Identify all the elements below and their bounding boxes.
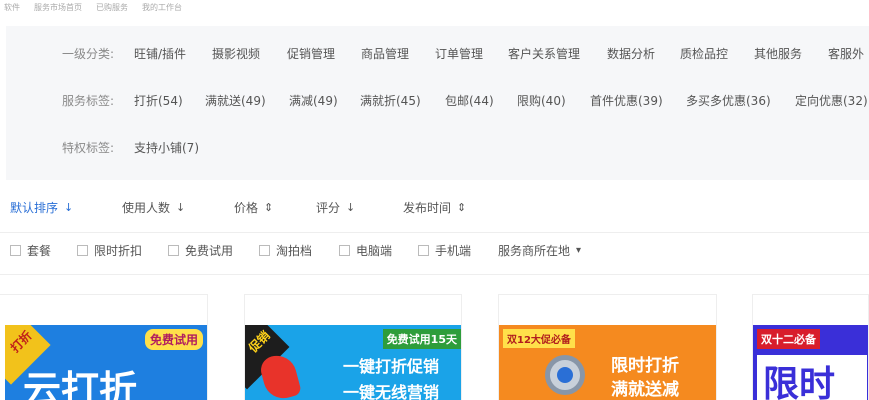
- mascot-icon: [257, 351, 303, 400]
- sort-default[interactable]: 默认排序 ↓: [10, 199, 73, 216]
- filter-item[interactable]: 满就折(45): [360, 92, 421, 109]
- checkbox-label: 免费试用: [185, 244, 234, 258]
- divider: [0, 232, 869, 233]
- filter-item[interactable]: 定向优惠(32): [795, 92, 868, 109]
- arrow-down-icon: ↓: [64, 200, 74, 214]
- checkbox[interactable]: [418, 245, 429, 256]
- checkbox-taopaidang[interactable]: 淘拍档: [259, 242, 312, 259]
- filter-row-privilege: 特权标签: 支持小铺(7): [6, 134, 869, 160]
- filter-item[interactable]: 旺铺/插件: [134, 45, 186, 62]
- sort-bar: 默认排序 ↓ 使用人数 ↓ 价格 ⇕ 评分 ↓ 发布时间 ⇕: [0, 192, 869, 222]
- topbar-item[interactable]: 已购服务: [96, 2, 128, 13]
- checkbox[interactable]: [77, 245, 88, 256]
- card-banner[interactable]: 促销 免费试用15天 一键打折促销 一键无线营销: [245, 325, 461, 400]
- banner-line: 限时打折: [611, 356, 679, 376]
- filter-item[interactable]: 质检品控: [680, 45, 728, 62]
- badge: 免费试用: [144, 329, 203, 350]
- arrow-down-icon: ↓: [176, 200, 186, 214]
- filter-item[interactable]: 促销管理: [287, 45, 335, 62]
- card-banner[interactable]: 双12大促必备 限时打折 满就送减: [499, 325, 716, 400]
- filter-item[interactable]: 支持小铺(7): [134, 139, 199, 156]
- service-card[interactable]: 打折 免费试用 云打折: [0, 294, 208, 400]
- chevron-down-icon: ▾: [576, 245, 582, 256]
- banner-line: 一键无线营销: [343, 383, 440, 400]
- filter-item[interactable]: 满就送(49): [205, 92, 266, 109]
- checkbox-pc[interactable]: 电脑端: [339, 242, 392, 259]
- card-banner[interactable]: 打折 免费试用 云打折: [5, 325, 207, 400]
- service-card[interactable]: 促销 免费试用15天 一键打折促销 一键无线营销: [244, 294, 462, 400]
- banner-line: 一键打折促销: [343, 357, 440, 376]
- filter-item[interactable]: 满减(49): [289, 92, 338, 109]
- gear-center-icon: [557, 367, 573, 383]
- filter-panel: 一级分类: 旺铺/插件 摄影视频 促销管理 商品管理 订单管理 客户关系管理 数…: [6, 26, 869, 180]
- filter-item[interactable]: 客户关系管理: [508, 45, 580, 62]
- filter-row-category: 一级分类: 旺铺/插件 摄影视频 促销管理 商品管理 订单管理 客户关系管理 数…: [6, 40, 869, 66]
- banner-title: 限时: [757, 355, 867, 400]
- filter-label: 一级分类:: [62, 46, 115, 61]
- sort-label: 价格: [234, 200, 259, 215]
- sort-label: 评分: [316, 200, 341, 215]
- sort-label: 发布时间: [403, 200, 452, 215]
- sort-users[interactable]: 使用人数 ↓: [122, 199, 185, 216]
- checkbox-label: 淘拍档: [276, 244, 313, 258]
- checkbox-mobile[interactable]: 手机端: [418, 242, 471, 259]
- filter-label: 服务标签:: [62, 93, 115, 108]
- filter-row-tags: 服务标签: 打折(54) 满就送(49) 满减(49) 满就折(45) 包邮(4…: [6, 87, 869, 113]
- topbar-item[interactable]: 服务市场首页: [34, 2, 82, 13]
- sort-label: 使用人数: [122, 200, 171, 215]
- service-card[interactable]: 双十二必备 限时: [752, 294, 869, 400]
- checkbox-label: 套餐: [27, 244, 52, 258]
- filter-item[interactable]: 包邮(44): [445, 92, 494, 109]
- divider: [0, 274, 869, 275]
- filter-item[interactable]: 摄影视频: [212, 45, 260, 62]
- card-banner[interactable]: 双十二必备 限时: [753, 325, 868, 400]
- checkbox-free-trial[interactable]: 免费试用: [168, 242, 233, 259]
- checkbox-package[interactable]: 套餐: [10, 242, 51, 259]
- banner-title: 云打折: [23, 368, 138, 400]
- checkbox-label: 电脑端: [356, 244, 393, 258]
- location-dropdown[interactable]: 服务商所在地 ▾: [498, 242, 581, 259]
- topbar-item[interactable]: 软件: [4, 2, 20, 13]
- sort-rating[interactable]: 评分 ↓: [316, 199, 355, 216]
- checkbox-label: 手机端: [435, 244, 472, 258]
- filter-item[interactable]: 客服外: [828, 45, 864, 62]
- checkbox[interactable]: [10, 245, 21, 256]
- checkbox[interactable]: [259, 245, 270, 256]
- sort-publish-time[interactable]: 发布时间 ⇕: [403, 199, 466, 216]
- filter-item[interactable]: 限购(40): [517, 92, 566, 109]
- checkbox-limited-discount[interactable]: 限时折扣: [77, 242, 142, 259]
- sort-label: 默认排序: [10, 200, 59, 215]
- arrow-down-icon: ↓: [346, 200, 356, 214]
- sort-updown-icon: ⇕: [264, 200, 274, 214]
- checkbox[interactable]: [168, 245, 179, 256]
- sort-updown-icon: ⇕: [457, 200, 467, 214]
- sort-price[interactable]: 价格 ⇕: [234, 199, 273, 216]
- badge: 双十二必备: [757, 329, 820, 349]
- filter-item[interactable]: 打折(54): [134, 92, 183, 109]
- filter-checkbox-row: 套餐 限时折扣 免费试用 淘拍档 电脑端 手机端 服务商所在地 ▾: [0, 242, 869, 268]
- filter-item[interactable]: 多买多优惠(36): [686, 92, 771, 109]
- filter-item[interactable]: 商品管理: [361, 45, 409, 62]
- filter-item[interactable]: 首件优惠(39): [590, 92, 663, 109]
- checkbox-label: 限时折扣: [94, 244, 143, 258]
- filter-item[interactable]: 数据分析: [607, 45, 655, 62]
- filter-item[interactable]: 订单管理: [435, 45, 483, 62]
- topbar-item[interactable]: 我的工作台: [142, 2, 182, 13]
- filter-label: 特权标签:: [62, 140, 115, 155]
- top-breadcrumb: 软件 服务市场首页 已购服务 我的工作台: [0, 0, 869, 14]
- checkbox[interactable]: [339, 245, 350, 256]
- dropdown-label: 服务商所在地: [498, 244, 571, 258]
- badge: 免费试用15天: [382, 329, 461, 349]
- service-card[interactable]: 双12大促必备 限时打折 满就送减: [498, 294, 717, 400]
- banner-line: 满就送减: [611, 380, 679, 400]
- filter-item[interactable]: 其他服务: [754, 45, 802, 62]
- badge: 双12大促必备: [503, 329, 575, 348]
